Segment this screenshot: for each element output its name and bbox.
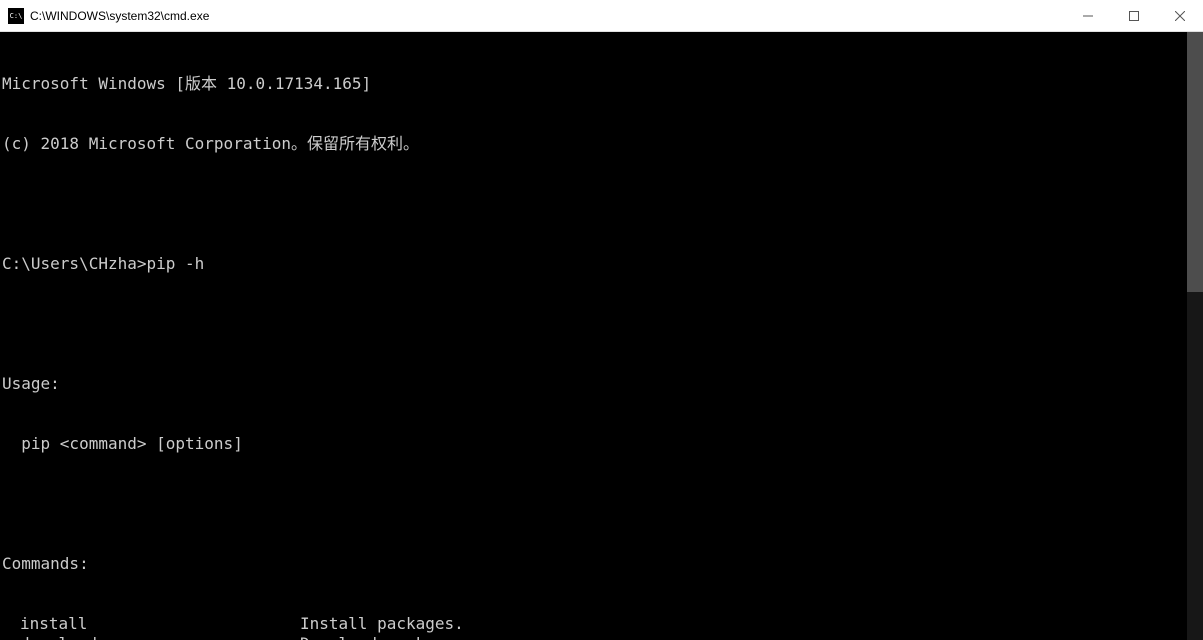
- terminal-output[interactable]: Microsoft Windows [版本 10.0.17134.165] (c…: [0, 32, 1203, 640]
- prompt-line: C:\Users\CHzha>pip -h: [2, 254, 1203, 274]
- commands-label: Commands:: [2, 554, 1203, 574]
- usage-label: Usage:: [2, 374, 1203, 394]
- command-desc: Download packages.: [300, 634, 1203, 640]
- command-row: downloadDownload packages.: [2, 634, 1203, 640]
- close-button[interactable]: [1157, 0, 1203, 31]
- minimize-button[interactable]: [1065, 0, 1111, 31]
- window-title: C:\WINDOWS\system32\cmd.exe: [30, 9, 1065, 23]
- usage-line: pip <command> [options]: [2, 434, 1203, 454]
- command-row: installInstall packages.: [2, 614, 1203, 634]
- minimize-icon: [1083, 11, 1093, 21]
- cmd-icon: [8, 8, 24, 24]
- scrollbar-thumb[interactable]: [1187, 32, 1203, 292]
- close-icon: [1175, 11, 1185, 21]
- command-name: download: [2, 634, 300, 640]
- command-desc: Install packages.: [300, 614, 1203, 634]
- entered-command: pip -h: [147, 254, 205, 273]
- header-line: (c) 2018 Microsoft Corporation。保留所有权利。: [2, 134, 1203, 154]
- blank-line: [2, 314, 1203, 334]
- prompt: C:\Users\CHzha>: [2, 254, 147, 273]
- blank-line: [2, 194, 1203, 214]
- maximize-button[interactable]: [1111, 0, 1157, 31]
- maximize-icon: [1129, 11, 1139, 21]
- window-titlebar: C:\WINDOWS\system32\cmd.exe: [0, 0, 1203, 32]
- vertical-scrollbar[interactable]: [1187, 32, 1203, 640]
- command-name: install: [2, 614, 300, 634]
- blank-line: [2, 494, 1203, 514]
- header-line: Microsoft Windows [版本 10.0.17134.165]: [2, 74, 1203, 94]
- window-controls: [1065, 0, 1203, 31]
